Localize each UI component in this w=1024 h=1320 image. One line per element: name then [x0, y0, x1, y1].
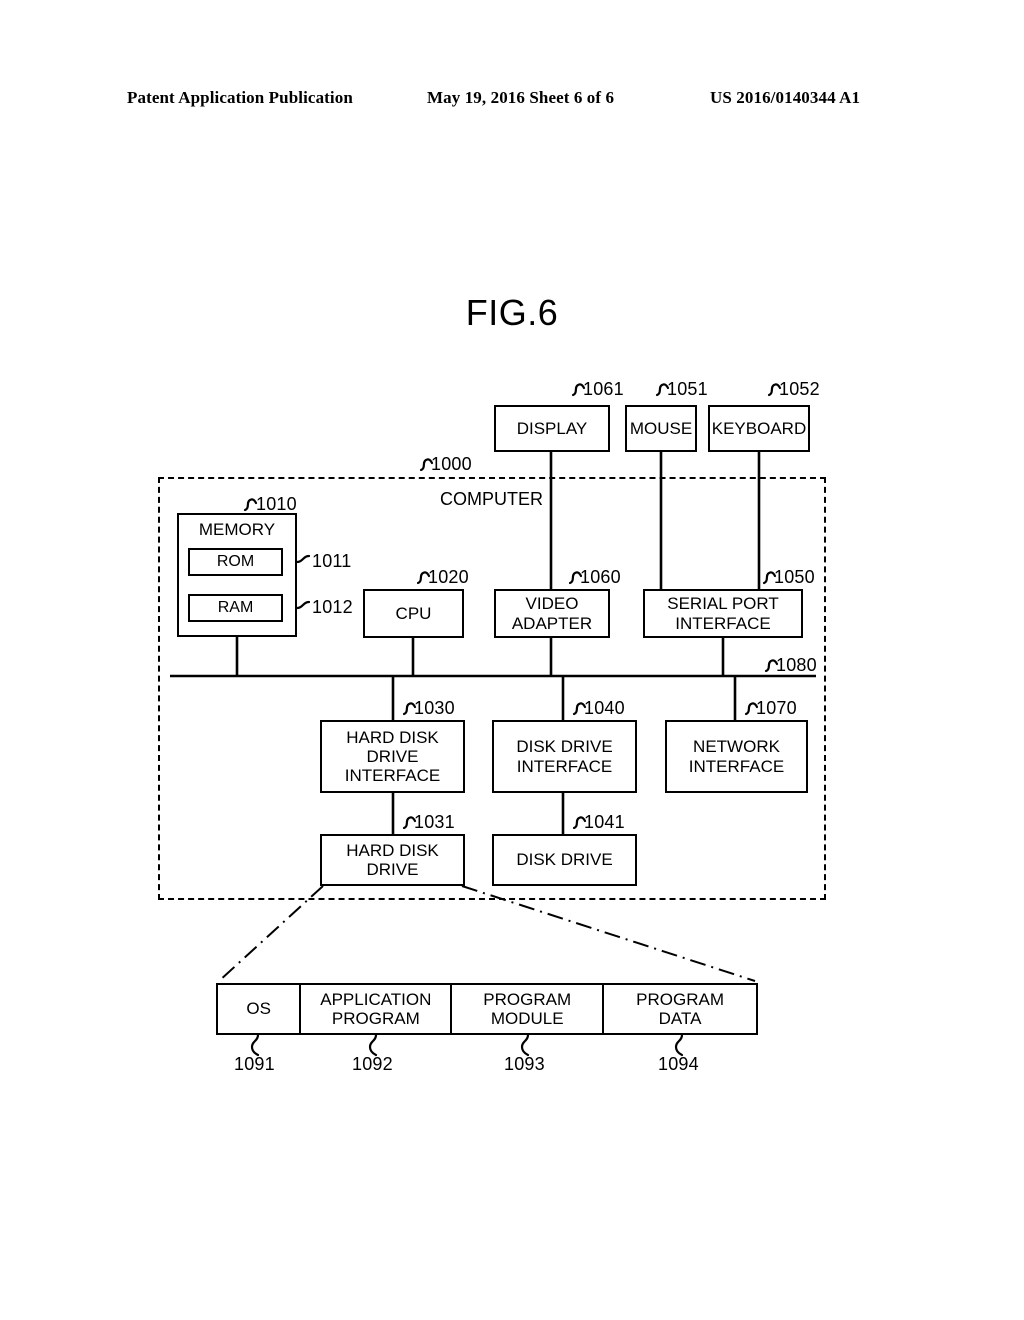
block-disk-drive-interface[interactable]: DISK DRIVE INTERFACE	[492, 720, 637, 793]
ref-1070: 1070	[756, 698, 797, 718]
ref-1012: 1012	[312, 597, 353, 617]
ref-1050: 1050	[774, 567, 815, 587]
ref-1020: 1020	[428, 567, 469, 587]
table-cell-program-module[interactable]: PROGRAM MODULE	[452, 985, 605, 1033]
block-display-label: DISPLAY	[516, 418, 588, 438]
block-hard-disk-drive-interface-label: HARD DISK DRIVE INTERFACE	[344, 727, 441, 786]
ref-1051: 1051	[667, 379, 708, 399]
table-cell-program-data[interactable]: PROGRAM DATA	[604, 985, 756, 1033]
storage-contents-table: OS APPLICATION PROGRAM PROGRAM MODULE PR…	[216, 983, 758, 1035]
block-cpu[interactable]: CPU	[363, 589, 464, 638]
ref-1031: 1031	[414, 812, 455, 832]
block-rom[interactable]: ROM	[188, 548, 283, 576]
table-cell-application-program-label: APPLICATION PROGRAM	[320, 989, 432, 1028]
block-mouse-label: MOUSE	[629, 418, 693, 438]
block-disk-drive[interactable]: DISK DRIVE	[492, 834, 637, 886]
table-cell-program-module-label: PROGRAM MODULE	[483, 989, 572, 1028]
block-ram-label: RAM	[217, 599, 254, 617]
ref-1052: 1052	[779, 379, 820, 399]
block-display[interactable]: DISPLAY	[494, 405, 610, 452]
block-serial-port-interface[interactable]: SERIAL PORT INTERFACE	[643, 589, 803, 638]
block-rom-label: ROM	[216, 553, 255, 571]
ref-1040: 1040	[584, 698, 625, 718]
block-disk-drive-label: DISK DRIVE	[516, 850, 613, 870]
ref-1093: 1093	[504, 1054, 545, 1074]
block-keyboard-label: KEYBOARD	[711, 418, 807, 438]
ref-1000: 1000	[431, 454, 472, 474]
ref-1041: 1041	[584, 812, 625, 832]
ref-1011: 1011	[312, 551, 352, 571]
ref-1080: 1080	[776, 655, 817, 675]
block-video-adapter[interactable]: VIDEO ADAPTER	[494, 589, 610, 638]
block-disk-drive-interface-label: DISK DRIVE INTERFACE	[516, 737, 613, 776]
block-network-interface-label: NETWORK INTERFACE	[688, 737, 785, 776]
block-hard-disk-drive-interface[interactable]: HARD DISK DRIVE INTERFACE	[320, 720, 465, 793]
block-hard-disk-drive-label: HARD DISK DRIVE	[346, 840, 439, 879]
block-hard-disk-drive[interactable]: HARD DISK DRIVE	[320, 834, 465, 886]
block-memory-label: MEMORY	[198, 520, 276, 539]
ref-1061: 1061	[583, 379, 624, 399]
block-cpu-label: CPU	[395, 603, 432, 623]
ref-1092: 1092	[352, 1054, 393, 1074]
ref-1010: 1010	[256, 494, 297, 514]
enclosure-label-computer: COMPUTER	[440, 489, 543, 509]
ref-1091: 1091	[234, 1054, 275, 1074]
ref-1060: 1060	[580, 567, 621, 587]
table-cell-os[interactable]: OS	[218, 985, 302, 1033]
table-cell-application-program[interactable]: APPLICATION PROGRAM	[301, 985, 453, 1033]
ref-1030: 1030	[414, 698, 455, 718]
table-cell-os-label: OS	[246, 999, 271, 1019]
ref-1094: 1094	[658, 1054, 699, 1074]
block-video-adapter-label: VIDEO ADAPTER	[511, 594, 593, 633]
block-serial-port-interface-label: SERIAL PORT INTERFACE	[667, 594, 779, 633]
block-mouse[interactable]: MOUSE	[625, 405, 697, 452]
block-ram[interactable]: RAM	[188, 594, 283, 622]
block-network-interface[interactable]: NETWORK INTERFACE	[665, 720, 808, 793]
table-cell-program-data-label: PROGRAM DATA	[636, 989, 724, 1028]
block-keyboard[interactable]: KEYBOARD	[708, 405, 810, 452]
